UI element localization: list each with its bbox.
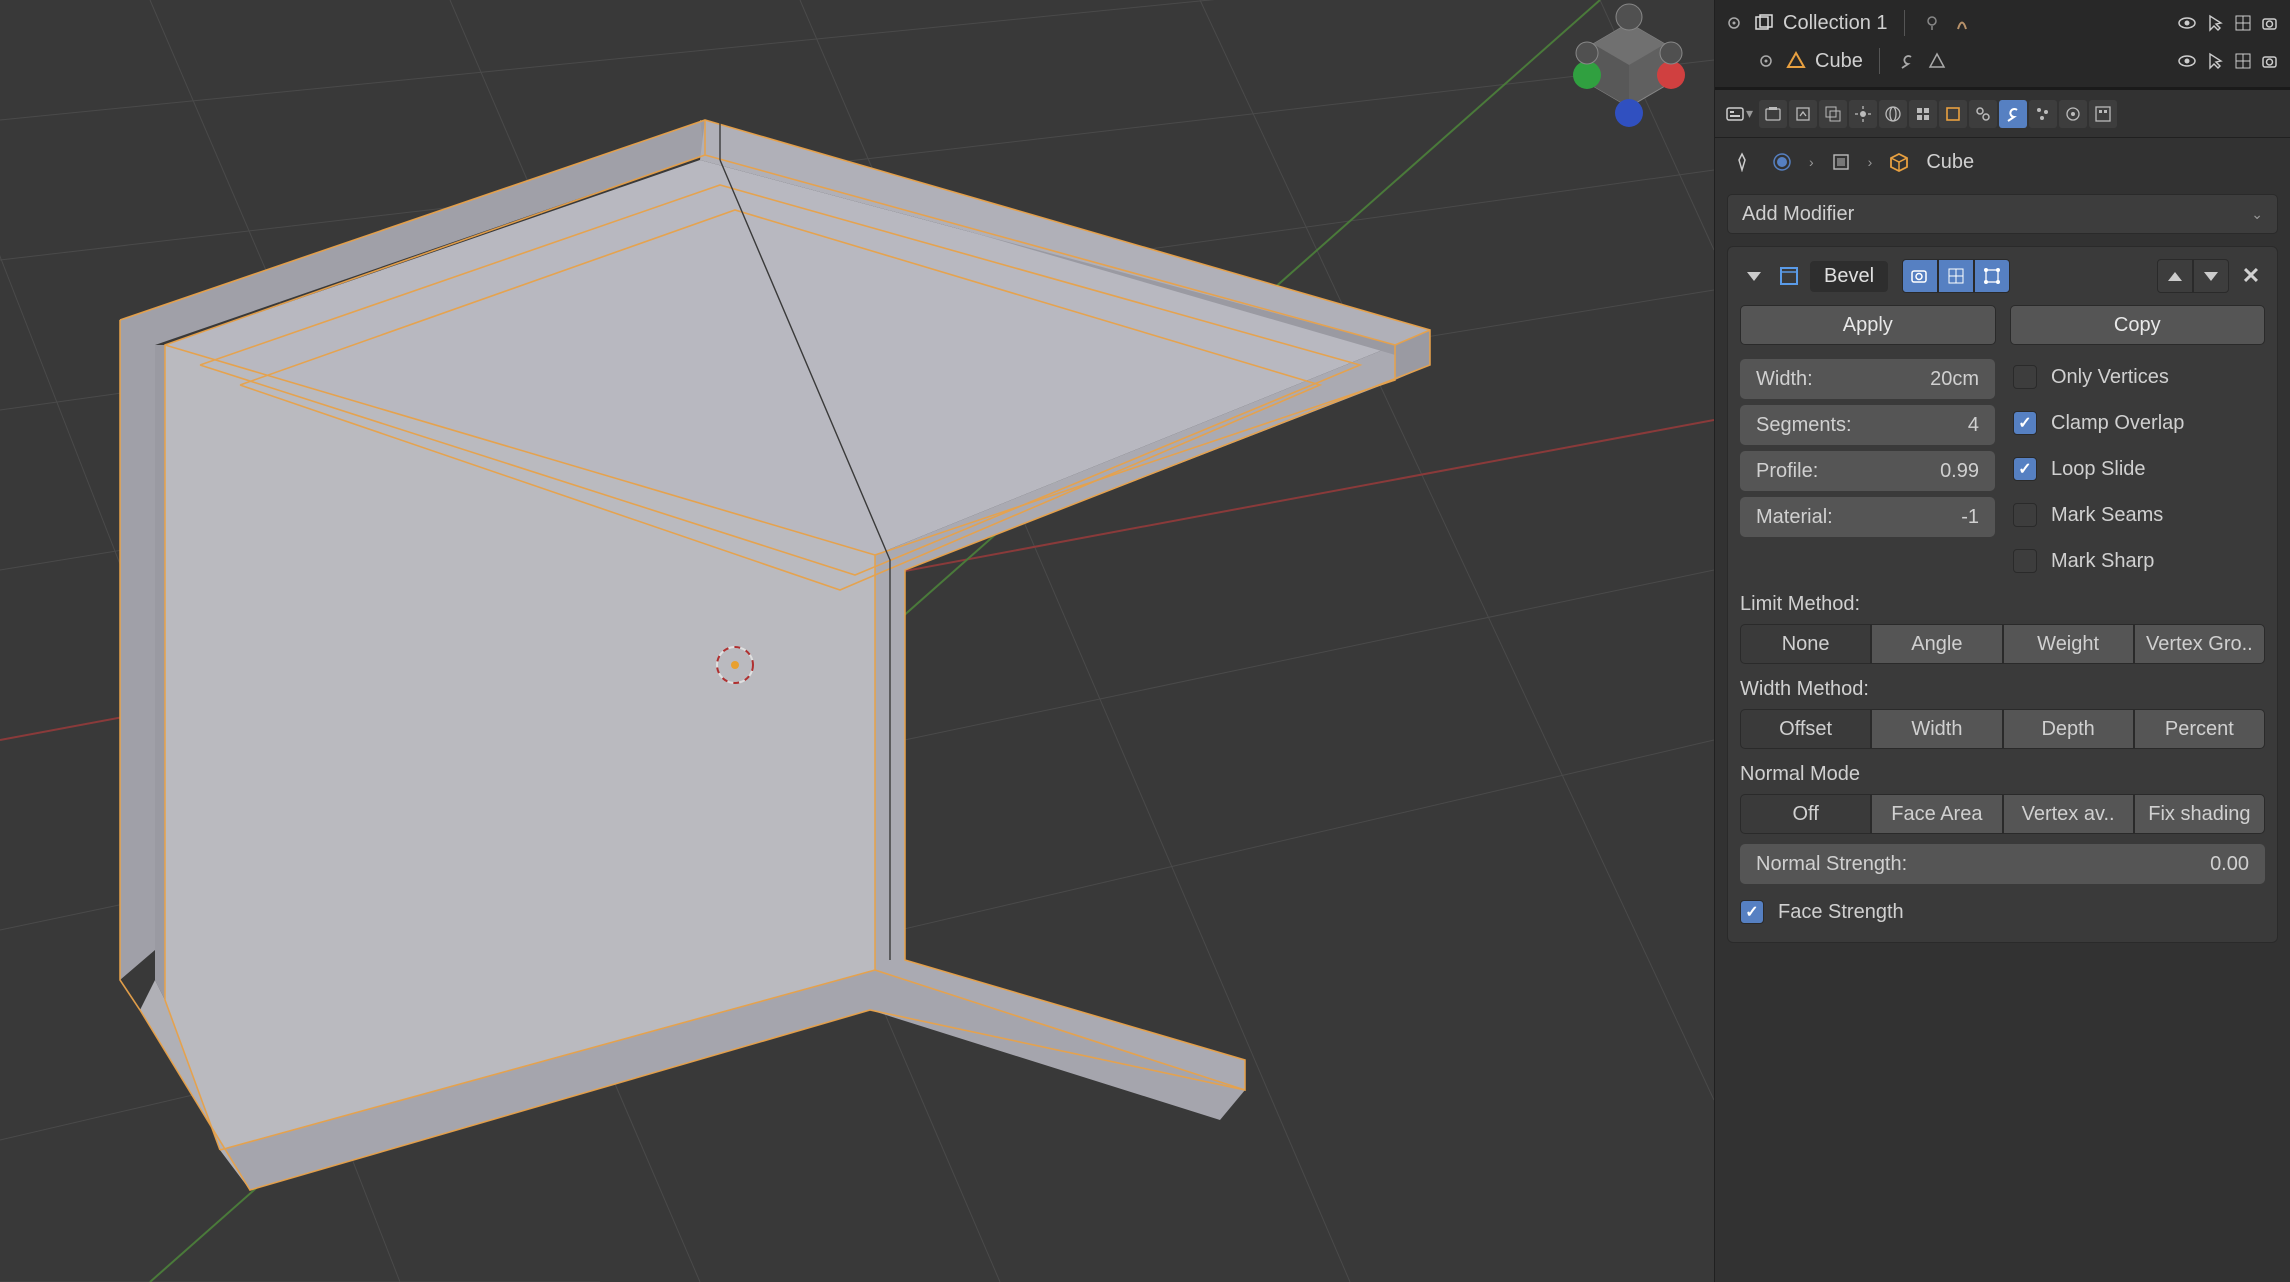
light-icon[interactable] (1921, 12, 1943, 34)
chevron-icon: › (1809, 154, 1814, 170)
camera-render-icon[interactable] (2260, 50, 2282, 72)
wrench-icon[interactable] (1896, 50, 1918, 72)
tab-object[interactable] (1939, 100, 1967, 128)
limit-none-button[interactable]: None (1740, 624, 1871, 664)
face-strength-checkbox[interactable] (1740, 900, 1764, 924)
nav-gizmo[interactable] (1564, 0, 1694, 130)
mark-seams-checkbox[interactable] (2013, 503, 2037, 527)
camera-render-icon[interactable] (2260, 12, 2282, 34)
disclosure-icon[interactable] (1723, 12, 1745, 34)
tab-collection[interactable] (1909, 100, 1937, 128)
move-down-button[interactable] (2193, 259, 2229, 293)
normal-mode-group: Off Face Area Vertex av.. Fix shading (1740, 794, 2265, 834)
width-method-label: Width Method: (1740, 678, 2265, 701)
clamp-overlap-checkbox[interactable] (2013, 411, 2037, 435)
collection-icon (1753, 12, 1775, 34)
copy-button[interactable]: Copy (2010, 305, 2266, 345)
cursor-icon[interactable] (2204, 50, 2226, 72)
tab-render[interactable] (1759, 100, 1787, 128)
toggle-editmode[interactable] (1974, 259, 2010, 293)
mesh-icon (1785, 50, 1807, 72)
outliner-row-object[interactable]: Cube (1723, 42, 2282, 80)
mark-sharp-checkbox[interactable] (2013, 549, 2037, 573)
statue-icon[interactable] (1951, 12, 1973, 34)
bevel-icon (1776, 263, 1802, 289)
normal-strength-field[interactable]: Normal Strength: 0.00 (1740, 844, 2265, 884)
limit-weight-button[interactable]: Weight (2003, 624, 2134, 664)
wm-width-button[interactable]: Width (1871, 709, 2002, 749)
normal-mode-label: Normal Mode (1740, 763, 2265, 786)
material-field[interactable]: Material:-1 (1740, 497, 1995, 537)
properties-tabs (1759, 100, 2117, 128)
width-field[interactable]: Width:20cm (1740, 359, 1995, 399)
apply-button[interactable]: Apply (1740, 305, 1996, 345)
tab-viewlayer[interactable] (1819, 100, 1847, 128)
width-method-group: Offset Width Depth Percent (1740, 709, 2265, 749)
limit-vgroup-button[interactable]: Vertex Gro.. (2134, 624, 2265, 664)
tab-physics[interactable] (2059, 100, 2087, 128)
eye-icon[interactable] (2176, 12, 2198, 34)
loop-slide-checkbox[interactable] (2013, 457, 2037, 481)
move-up-button[interactable] (2157, 259, 2193, 293)
tab-scene[interactable] (1849, 100, 1877, 128)
grid-icon[interactable] (2232, 50, 2254, 72)
side-panel: Collection 1 Cube (1714, 0, 2290, 1282)
grid-icon[interactable] (2232, 12, 2254, 34)
tab-data[interactable] (2089, 100, 2117, 128)
disclosure-icon[interactable] (1755, 50, 1777, 72)
wm-depth-button[interactable]: Depth (2003, 709, 2134, 749)
cursor-icon[interactable] (2204, 12, 2226, 34)
outliner[interactable]: Collection 1 Cube (1715, 0, 2290, 90)
limit-method-label: Limit Method: (1740, 593, 2265, 616)
editor-type-icon[interactable]: ▾ (1725, 100, 1753, 128)
eye-icon[interactable] (2176, 50, 2198, 72)
delete-modifier-button[interactable]: ✕ (2237, 262, 2265, 290)
modifier-name-field[interactable]: Bevel (1810, 261, 1888, 292)
nm-fixshading-button[interactable]: Fix shading (2134, 794, 2265, 834)
nm-off-button[interactable]: Off (1740, 794, 1871, 834)
toggle-render[interactable] (1902, 259, 1938, 293)
wm-percent-button[interactable]: Percent (2134, 709, 2265, 749)
nm-facearea-button[interactable]: Face Area (1871, 794, 2002, 834)
properties-header: ▾ (1715, 90, 2290, 138)
profile-field[interactable]: Profile:0.99 (1740, 451, 1995, 491)
tab-world[interactable] (1879, 100, 1907, 128)
object-cube-icon (1886, 149, 1912, 175)
tab-modifiers[interactable] (1999, 100, 2027, 128)
nm-vertexav-button[interactable]: Vertex av.. (2003, 794, 2134, 834)
modifier-panel-bevel: Bevel ✕ Apply Copy Width:20cm (1727, 246, 2278, 943)
scene-icon[interactable] (1769, 149, 1795, 175)
outliner-row-collection[interactable]: Collection 1 (1723, 4, 2282, 42)
viewport-scene (0, 0, 1714, 1282)
wm-offset-button[interactable]: Offset (1740, 709, 1871, 749)
toggle-viewport[interactable] (1938, 259, 1974, 293)
segments-field[interactable]: Segments:4 (1740, 405, 1995, 445)
disclosure-icon[interactable] (1740, 262, 1768, 290)
add-modifier-dropdown[interactable]: Add Modifier ⌄ (1727, 194, 2278, 234)
limit-method-group: None Angle Weight Vertex Gro.. (1740, 624, 2265, 664)
viewport-3d[interactable] (0, 0, 1714, 1282)
pin-icon[interactable] (1729, 149, 1755, 175)
tab-constraints[interactable] (1969, 100, 1997, 128)
breadcrumb-object: Cube (1926, 151, 1974, 174)
tab-particles[interactable] (2029, 100, 2057, 128)
only-vertices-checkbox[interactable] (2013, 365, 2037, 389)
viewlayer-icon[interactable] (1828, 149, 1854, 175)
object-name[interactable]: Cube (1815, 50, 1863, 73)
tab-output[interactable] (1789, 100, 1817, 128)
chevron-icon: › (1868, 154, 1873, 170)
mesh-data-icon[interactable] (1926, 50, 1948, 72)
breadcrumb: › › Cube (1715, 138, 2290, 186)
collection-name[interactable]: Collection 1 (1783, 12, 1888, 35)
limit-angle-button[interactable]: Angle (1871, 624, 2002, 664)
